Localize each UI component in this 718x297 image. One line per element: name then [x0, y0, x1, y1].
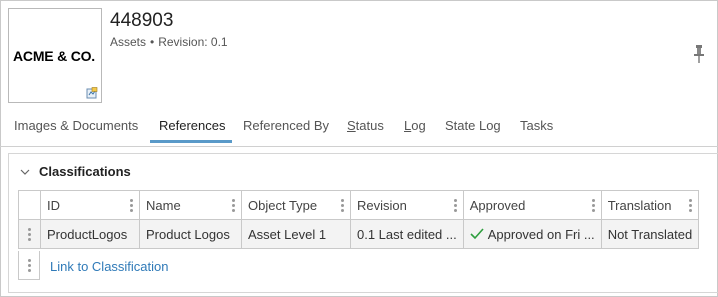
row-grip[interactable] [18, 219, 41, 249]
grip-header [18, 190, 41, 220]
add-row-grip [18, 251, 40, 280]
object-type-label: Assets [110, 35, 147, 49]
column-label: Approved [469, 197, 526, 213]
column-label: Translation [607, 197, 672, 213]
tab-status[interactable]: Status [347, 118, 384, 133]
row-drag-icon[interactable] [28, 228, 31, 241]
classifications-table: ID Name Object Type Revision Approved Tr… [18, 190, 700, 249]
column-menu-icon[interactable] [130, 199, 133, 212]
logo-text: ACME & CO. [13, 48, 96, 64]
active-tab-indicator [150, 140, 232, 143]
page-subtitle: Assets • Revision: 0.1 [110, 35, 228, 49]
column-header-name[interactable]: Name [139, 190, 242, 220]
cell-revision[interactable]: 0.1 Last edited ... [350, 219, 464, 249]
tab-tasks[interactable]: Tasks [520, 118, 553, 133]
column-label: Name [146, 197, 181, 213]
column-label: Object Type [248, 197, 318, 213]
cell-name[interactable]: Product Logos [139, 219, 242, 249]
cell-object-type[interactable]: Asset Level 1 [241, 219, 351, 249]
cell-translation[interactable]: Not Translated [600, 219, 700, 249]
section-title-label: Classifications [39, 164, 131, 179]
tab-log-rest: og [411, 118, 426, 133]
row-drag-icon [28, 259, 31, 272]
tab-log[interactable]: Log [404, 118, 426, 133]
subtitle-separator: • [150, 35, 155, 49]
tab-divider [0, 146, 718, 147]
table-header-row: ID Name Object Type Revision Approved Tr… [18, 190, 700, 220]
approved-text: Approved on Fri ... [487, 226, 595, 242]
link-to-classification-link[interactable]: Link to Classification [50, 259, 169, 274]
column-menu-icon[interactable] [232, 199, 235, 212]
tab-references[interactable]: References [159, 118, 225, 133]
tab-status-rest: tatus [355, 118, 384, 133]
asset-thumbnail[interactable]: ACME & CO. [8, 8, 102, 103]
tab-state-log[interactable]: State Log [445, 118, 501, 133]
column-menu-icon[interactable] [689, 199, 693, 212]
column-header-translation[interactable]: Translation [600, 190, 700, 220]
table-row[interactable]: ProductLogos Product Logos Asset Level 1… [18, 219, 700, 249]
column-label: Revision [357, 197, 407, 213]
tab-referenced-by[interactable]: Referenced By [243, 118, 329, 133]
column-label: ID [47, 197, 60, 213]
asset-badge-icon [86, 87, 98, 99]
pin-icon[interactable] [692, 44, 706, 64]
revision-label: Revision: 0.1 [158, 35, 228, 49]
column-menu-icon[interactable] [341, 199, 344, 212]
column-menu-icon[interactable] [591, 199, 595, 212]
column-header-id[interactable]: ID [40, 190, 140, 220]
tab-images-documents[interactable]: Images & Documents [14, 118, 138, 133]
cell-approved[interactable]: Approved on Fri ... [462, 219, 602, 249]
header: ACME & CO. 448903 Assets • Revision: 0.1 [0, 0, 718, 108]
cell-id[interactable]: ProductLogos [40, 219, 140, 249]
check-icon [470, 227, 484, 239]
column-menu-icon[interactable] [453, 199, 457, 212]
section-title[interactable]: Classifications [20, 164, 131, 179]
column-header-object-type[interactable]: Object Type [241, 190, 351, 220]
page-title: 448903 [110, 10, 174, 31]
column-header-approved[interactable]: Approved [462, 190, 602, 220]
tab-bar: Images & Documents References Referenced… [0, 112, 718, 142]
tab-status-mnemonic: S [347, 118, 356, 133]
column-header-revision[interactable]: Revision [350, 190, 464, 220]
